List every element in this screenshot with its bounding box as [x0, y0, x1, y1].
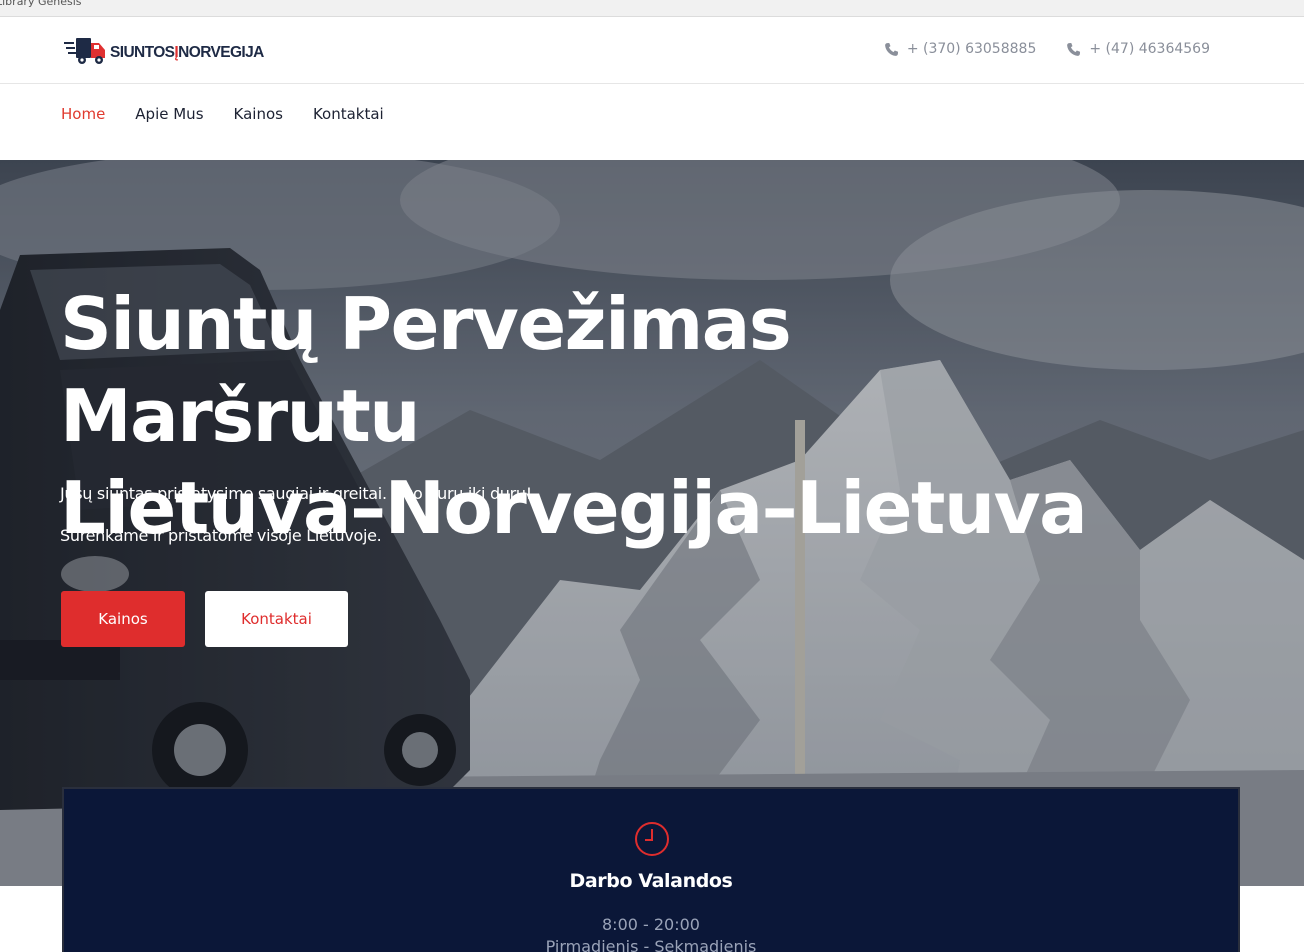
- working-hours-time: 8:00 - 20:00: [602, 915, 700, 934]
- working-hours-title: Darbo Valandos: [569, 870, 733, 892]
- nav-item-home[interactable]: Home: [61, 105, 105, 123]
- nav-item-kontaktai[interactable]: Kontaktai: [313, 105, 384, 123]
- hero-section: Siuntų Pervežimas Maršrutu Lietuva–Norve…: [0, 160, 1304, 886]
- browser-tab-strip: Library Genesis: [0, 0, 1304, 17]
- clock-icon: [635, 822, 669, 856]
- logo-wordmark: SIUNTOSĮNORVEGIJA: [110, 44, 264, 62]
- logo-text-left: SIUNTOS: [110, 44, 175, 61]
- hero-title: Siuntų Pervežimas Maršrutu Lietuva–Norve…: [60, 278, 1160, 554]
- truck-logo-icon: [64, 33, 112, 67]
- site-header: SIUNTOSĮNORVEGIJA + (370) 63058885 + (47…: [0, 17, 1304, 84]
- phone-list: + (370) 63058885 + (47) 46364569: [884, 41, 1210, 57]
- nav-item-apie-mus[interactable]: Apie Mus: [135, 105, 203, 123]
- phone-number-lt: + (370) 63058885: [906, 41, 1037, 57]
- site-logo[interactable]: SIUNTOSĮNORVEGIJA: [64, 32, 264, 68]
- phone-lt[interactable]: + (370) 63058885: [884, 41, 1037, 57]
- phone-number-no: + (47) 46364569: [1089, 41, 1210, 57]
- hero-title-line1: Siuntų Pervežimas Maršrutu: [60, 282, 792, 458]
- main-nav: Home Apie Mus Kainos Kontaktai: [0, 84, 1304, 160]
- hero-subtitle-1: Jūsų siuntas pristatysime saugiai ir gre…: [60, 484, 532, 503]
- kainos-button[interactable]: Kainos: [61, 591, 185, 647]
- browser-tab-title: Library Genesis: [0, 0, 82, 8]
- working-hours-days: Pirmadienis - Sekmadienis: [545, 937, 757, 952]
- phone-no[interactable]: + (47) 46364569: [1066, 41, 1210, 57]
- phone-icon: [884, 42, 898, 56]
- hero-subtitle-2: Surenkame ir pristatome visoje Lietuvoje…: [60, 526, 382, 545]
- phone-icon: [1067, 42, 1081, 56]
- logo-text-right: NORVEGIJA: [178, 44, 264, 61]
- working-hours-card: Darbo Valandos 8:00 - 20:00 Pirmadienis …: [62, 787, 1240, 952]
- kontaktai-button[interactable]: Kontaktai: [205, 591, 348, 647]
- nav-item-kainos[interactable]: Kainos: [234, 105, 283, 123]
